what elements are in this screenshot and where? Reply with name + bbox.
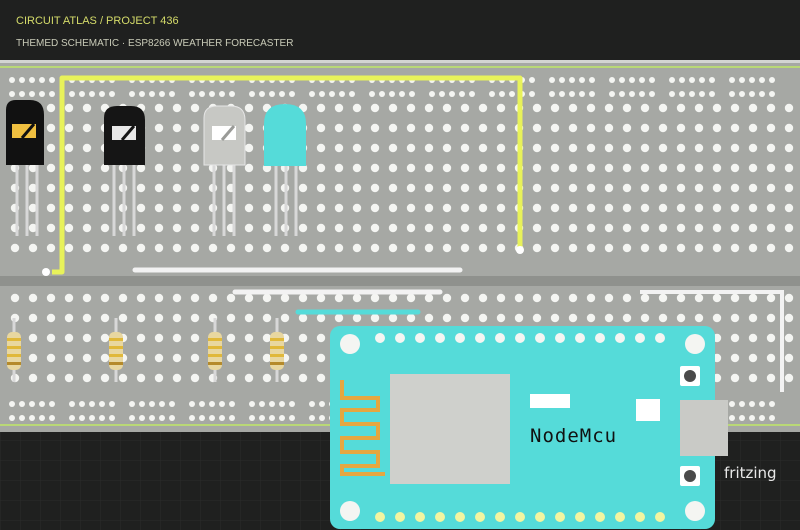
wire-end xyxy=(516,246,524,254)
flash-chip xyxy=(530,394,570,408)
mount-hole xyxy=(340,334,360,354)
nodemcu-label: NodeMcu xyxy=(530,425,617,447)
fritzing-watermark: fritzing xyxy=(724,464,777,482)
schematic-canvas: CIRCUIT ATLAS / PROJECT 436 THEMED SCHEM… xyxy=(0,0,800,530)
nodemcu-board xyxy=(330,326,728,529)
mount-hole xyxy=(685,501,705,521)
breadboard-channel xyxy=(0,276,800,286)
page-subtitle: THEMED SCHEMATIC · ESP8266 WEATHER FOREC… xyxy=(16,38,293,49)
mount-hole xyxy=(340,501,360,521)
button xyxy=(636,399,660,421)
wire-end xyxy=(42,268,50,276)
circuit-drawing: CIRCUIT ATLAS / PROJECT 436 THEMED SCHEM… xyxy=(0,0,800,530)
page-title: CIRCUIT ATLAS / PROJECT 436 xyxy=(16,15,179,27)
mount-hole xyxy=(685,334,705,354)
esp-module-shield xyxy=(390,374,510,484)
usb-port xyxy=(680,400,728,456)
